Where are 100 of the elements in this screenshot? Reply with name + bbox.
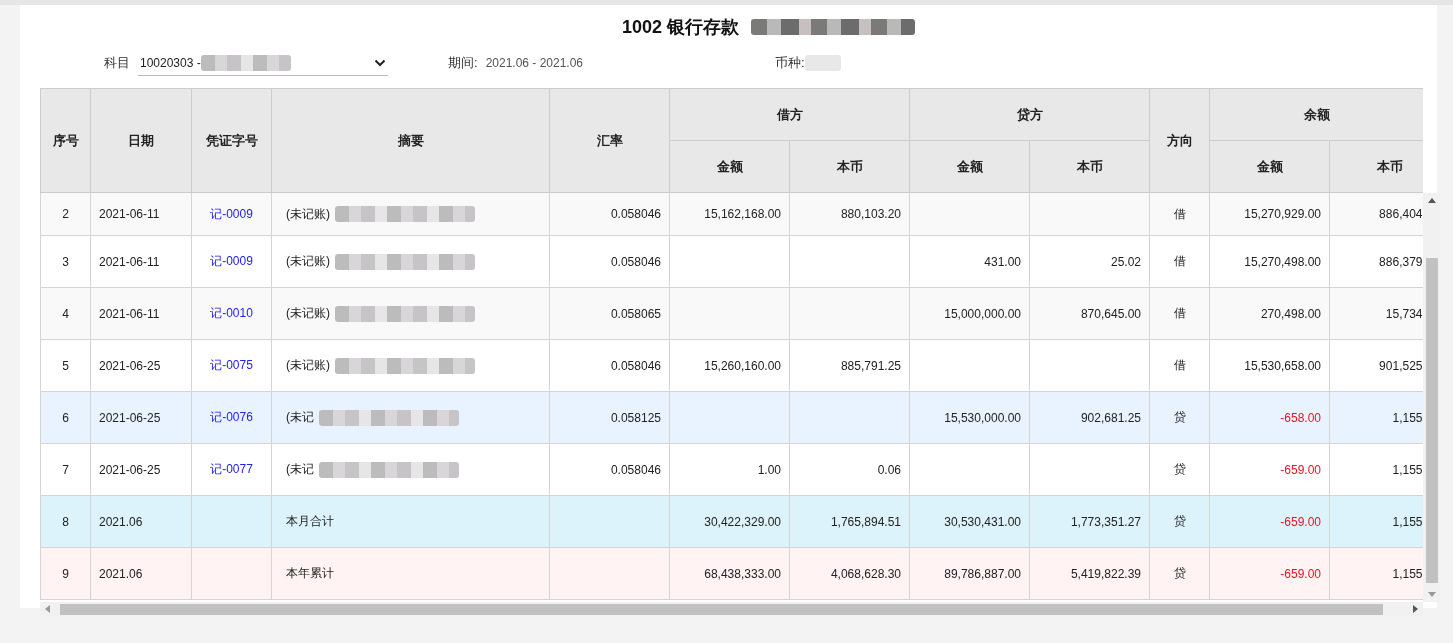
table-cell: 0.058065 — [549, 287, 670, 340]
table-cell: -659.00 — [1209, 443, 1330, 496]
table-cell: 0.058046 — [549, 193, 670, 236]
table-cell: -659.00 — [1209, 495, 1330, 548]
table-cell: 2021-06-11 — [90, 235, 192, 288]
subject-label: 科目 — [104, 54, 130, 72]
right-arrow-icon — [1413, 605, 1418, 613]
table-cell: 9 — [40, 547, 91, 600]
summary-text: (未记账) — [286, 306, 330, 320]
vertical-scrollbar[interactable] — [1423, 193, 1440, 602]
up-arrow-icon — [1427, 198, 1436, 203]
column-header: 日期 — [90, 88, 192, 193]
column-header: 本币 — [1029, 140, 1150, 193]
table-cell: 880,103.20 — [789, 193, 910, 236]
table-cell: -659.00 — [1209, 547, 1330, 600]
column-header: 汇率 — [549, 88, 670, 193]
summary-text: (未记账) — [286, 358, 330, 372]
table-cell: 4 — [40, 287, 91, 340]
table-cell: 贷 — [1149, 547, 1210, 600]
table-cell: 2021-06-25 — [90, 443, 192, 496]
voucher-link[interactable]: 记-0077 — [210, 462, 253, 476]
table-cell: 7 — [40, 443, 91, 496]
table-cell: 68,438,333.00 — [669, 547, 790, 600]
column-header: 摘要 — [271, 88, 550, 193]
table-cell: 2021.06 — [90, 547, 192, 600]
table-cell: 885,791.25 — [789, 339, 910, 392]
summary-text: 本年累计 — [286, 566, 334, 580]
table-cell: 15,000,000.00 — [909, 287, 1030, 340]
table-cell: 15,270,929.00 — [1209, 193, 1330, 236]
table-cell: 30,530,431.00 — [909, 495, 1030, 548]
currency-label: 币种: — [775, 54, 805, 72]
table-cell: 0.058046 — [549, 443, 670, 496]
table-cell: 0.058125 — [549, 391, 670, 444]
table-cell: 借 — [1149, 287, 1210, 340]
table-cell: 2021-06-11 — [90, 193, 192, 236]
table-cell: 15,530,658.00 — [1209, 339, 1330, 392]
summary-text: (未记账) — [286, 206, 330, 221]
column-header: 金额 — [669, 140, 790, 193]
table-cell: 8 — [40, 495, 91, 548]
voucher-link[interactable]: 记-0075 — [210, 358, 253, 372]
table-cell: 89,786,887.00 — [909, 547, 1030, 600]
period-label: 期间: — [448, 54, 478, 72]
table-cell: 870,645.00 — [1029, 287, 1150, 340]
summary-text: (未记 — [286, 410, 314, 424]
summary-text: 本月合计 — [286, 514, 334, 528]
column-header: 凭证字号 — [191, 88, 272, 193]
table-cell: 2021-06-11 — [90, 287, 192, 340]
column-header: 序号 — [40, 88, 91, 193]
table-cell: 1,765,894.51 — [789, 495, 910, 548]
table-cell: -658.00 — [1209, 391, 1330, 444]
table-cell: 贷 — [1149, 391, 1210, 444]
report-title: 1002 银行存款 — [621, 16, 739, 39]
column-header: 贷方 — [909, 88, 1150, 141]
table-cell: 0.058046 — [549, 339, 670, 392]
left-arrow-icon — [45, 605, 50, 613]
table-cell: 1,773,351.27 — [1029, 495, 1150, 548]
column-header: 借方 — [669, 88, 910, 141]
table-cell: 15,260,160.00 — [669, 339, 790, 392]
table-cell: 0.058046 — [549, 235, 670, 288]
voucher-link[interactable]: 记-0076 — [210, 410, 253, 424]
table-cell: 3 — [40, 235, 91, 288]
column-header: 金额 — [909, 140, 1030, 193]
summary-text: (未记账) — [286, 254, 330, 268]
subject-select[interactable]: 10020303 - — [138, 50, 388, 76]
column-header: 金额 — [1209, 140, 1330, 193]
table-cell: 2 — [40, 193, 91, 236]
table-cell: 25.02 — [1029, 235, 1150, 288]
table-cell: 4,068,628.30 — [789, 547, 910, 600]
table-cell: 2021-06-25 — [90, 391, 192, 444]
table-cell: 2021.06 — [90, 495, 192, 548]
table-cell: 15,270,498.00 — [1209, 235, 1330, 288]
column-header: 方向 — [1149, 88, 1210, 193]
voucher-link[interactable]: 记-0009 — [210, 206, 253, 221]
table-cell: 270,498.00 — [1209, 287, 1330, 340]
table-cell: 30,422,329.00 — [669, 495, 790, 548]
table-cell: 5,419,822.39 — [1029, 547, 1150, 600]
down-arrow-icon — [1427, 592, 1436, 597]
table-cell: 1.00 — [669, 443, 790, 496]
voucher-link[interactable]: 记-0009 — [210, 254, 253, 268]
period-value: 2021.06 - 2021.06 — [485, 56, 584, 70]
table-cell: 借 — [1149, 235, 1210, 288]
table-cell: 15,530,000.00 — [909, 391, 1030, 444]
table-cell: 5 — [40, 339, 91, 392]
voucher-link[interactable]: 记-0010 — [210, 306, 253, 320]
table-cell: 431.00 — [909, 235, 1030, 288]
table-cell: 6 — [40, 391, 91, 444]
table-cell: 15,162,168.00 — [669, 193, 790, 236]
column-header: 本币 — [1329, 140, 1423, 193]
column-header: 本币 — [789, 140, 910, 193]
table-cell: 902,681.25 — [1029, 391, 1150, 444]
table-cell: 借 — [1149, 339, 1210, 392]
table-cell: 贷 — [1149, 495, 1210, 548]
table-cell: 0.06 — [789, 443, 910, 496]
table-cell: 贷 — [1149, 443, 1210, 496]
table-cell: 2021-06-25 — [90, 339, 192, 392]
summary-text: (未记 — [286, 462, 314, 476]
table-cell: 1,155 — [1329, 391, 1423, 444]
table-cell: 借 — [1149, 193, 1210, 236]
column-header: 余额 — [1209, 88, 1423, 141]
chevron-down-icon — [374, 58, 386, 67]
